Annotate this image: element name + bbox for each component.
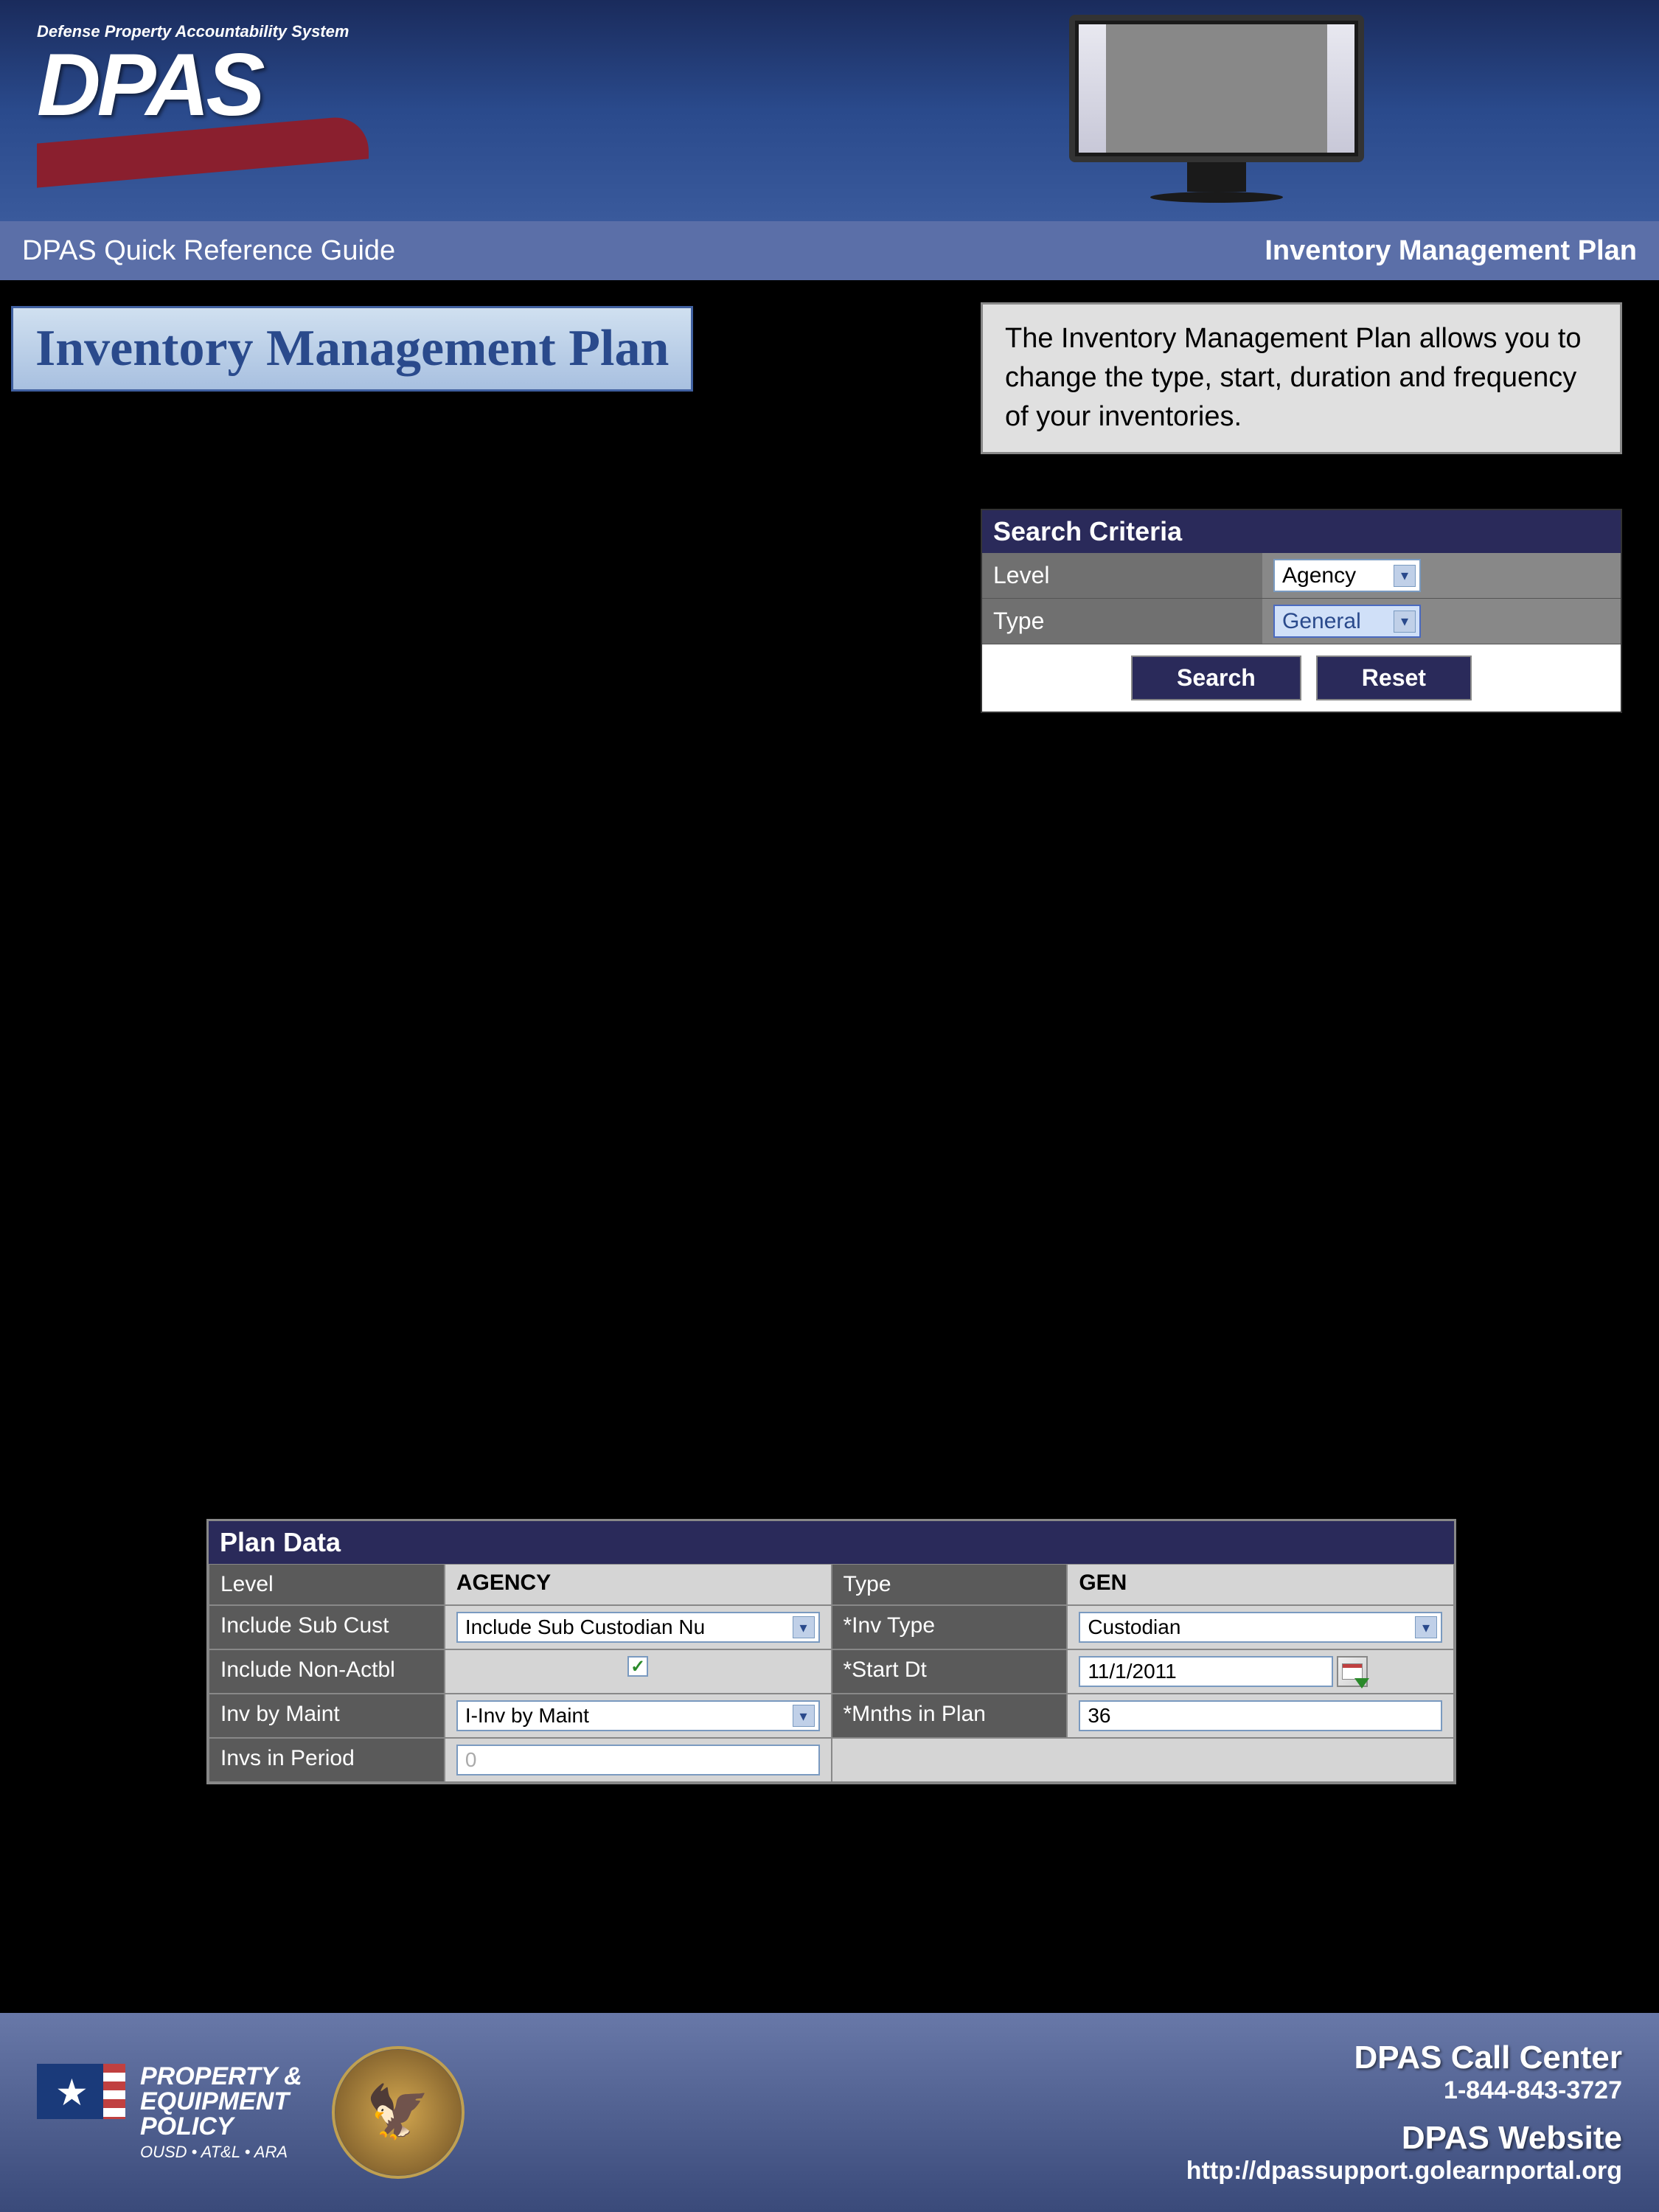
plan-row-1: Level AGENCY Type GEN xyxy=(209,1564,1454,1605)
chevron-down-icon: ▾ xyxy=(1394,611,1416,633)
include-sub-cust-dropdown-value: Include Sub Custodian Nu xyxy=(465,1615,705,1639)
footer-right: DPAS Call Center 1-844-843-3727 DPAS Web… xyxy=(1186,2039,1622,2185)
plan-row-3: Include Non-Actbl ✓ *Start Dt 11/1/2011 xyxy=(209,1649,1454,1694)
plan-type-value: GEN xyxy=(1067,1564,1454,1605)
criteria-row-level: Level Agency ▾ xyxy=(982,553,1621,599)
dpas-swoosh xyxy=(37,129,369,218)
mnths-in-plan-value: 36 xyxy=(1067,1694,1454,1738)
page-title-box: Inventory Management Plan xyxy=(11,306,693,392)
chevron-down-icon: ▾ xyxy=(793,1705,815,1727)
inv-by-maint-dropdown[interactable]: I-Inv by Maint ▾ xyxy=(456,1700,820,1731)
mnths-in-plan-label: *Mnths in Plan xyxy=(832,1694,1068,1738)
inv-type-dropdown-value: Custodian xyxy=(1088,1615,1180,1639)
level-label: Level xyxy=(982,553,1262,598)
plan-data-panel: Plan Data Level AGENCY Type GEN Include … xyxy=(206,1519,1456,1784)
search-button[interactable]: Search xyxy=(1131,655,1301,700)
website-label: DPAS Website xyxy=(1186,2120,1622,2157)
dpas-logo-text: DPAS xyxy=(37,45,349,125)
include-non-actbl-label: Include Non-Actbl xyxy=(209,1649,445,1694)
include-non-actbl-value: ✓ xyxy=(445,1649,832,1694)
plan-row-4: Inv by Maint I-Inv by Maint ▾ *Mnths in … xyxy=(209,1694,1454,1738)
empty-cell xyxy=(832,1738,1454,1782)
plan-data-table: Level AGENCY Type GEN Include Sub Cust I… xyxy=(209,1564,1454,1782)
include-sub-cust-value: Include Sub Custodian Nu ▾ xyxy=(445,1605,832,1649)
plan-row-5: Invs in Period 0 xyxy=(209,1738,1454,1782)
plan-data-header: Plan Data xyxy=(209,1521,1454,1564)
subheader-left: DPAS Quick Reference Guide xyxy=(22,235,395,267)
inv-by-maint-label: Inv by Maint xyxy=(209,1694,445,1738)
reset-button[interactable]: Reset xyxy=(1316,655,1472,700)
pe-policy-logo: PROPERTY & EQUIPMENT POLICY OUSD • AT&L … xyxy=(37,2064,302,2162)
plan-level-value: AGENCY xyxy=(445,1564,832,1605)
footer-left: PROPERTY & EQUIPMENT POLICY OUSD • AT&L … xyxy=(37,2046,465,2179)
search-criteria-panel: Search Criteria Level Agency ▾ Type Gene… xyxy=(981,509,1622,713)
pe-sub: OUSD • AT&L • ARA xyxy=(140,2143,302,2162)
calendar-icon[interactable] xyxy=(1337,1656,1368,1687)
level-dropdown-value: Agency xyxy=(1282,563,1356,588)
chevron-down-icon: ▾ xyxy=(1394,565,1416,587)
inv-type-dropdown[interactable]: Custodian ▾ xyxy=(1079,1612,1442,1643)
pe-line2: EQUIPMENT xyxy=(140,2089,302,2114)
plan-type-label: Type xyxy=(832,1564,1068,1605)
subheader-right: Inventory Management Plan xyxy=(1265,235,1637,267)
search-criteria-header: Search Criteria xyxy=(982,510,1621,553)
invs-in-period-value: 0 xyxy=(445,1738,832,1782)
include-sub-cust-dropdown[interactable]: Include Sub Custodian Nu ▾ xyxy=(456,1612,820,1643)
type-value-cell: General ▾ xyxy=(1262,599,1621,644)
type-dropdown-value: General xyxy=(1282,609,1361,634)
criteria-row-type: Type General ▾ xyxy=(982,599,1621,644)
start-dt-label: *Start Dt xyxy=(832,1649,1068,1694)
include-non-actbl-checkbox[interactable]: ✓ xyxy=(627,1656,648,1677)
chevron-down-icon: ▾ xyxy=(1415,1616,1437,1638)
footer: PROPERTY & EQUIPMENT POLICY OUSD • AT&L … xyxy=(0,2013,1659,2212)
type-label: Type xyxy=(982,599,1262,644)
website-url: http://dpassupport.golearnportal.org xyxy=(1186,2157,1622,2185)
plan-row-2: Include Sub Cust Include Sub Custodian N… xyxy=(209,1605,1454,1649)
mnths-in-plan-input[interactable]: 36 xyxy=(1079,1700,1442,1731)
search-button-row: Search Reset xyxy=(982,644,1621,712)
start-dt-value: 11/1/2011 xyxy=(1067,1649,1454,1694)
intro-text: The Inventory Management Plan allows you… xyxy=(1005,319,1598,437)
include-sub-cust-label: Include Sub Cust xyxy=(209,1605,445,1649)
chevron-down-icon: ▾ xyxy=(793,1616,815,1638)
inv-type-value: Custodian ▾ xyxy=(1067,1605,1454,1649)
dod-seal-icon: 🦅 xyxy=(332,2046,465,2179)
page-title: Inventory Management Plan xyxy=(35,319,669,378)
pe-line3: POLICY xyxy=(140,2114,302,2139)
invs-in-period-input[interactable]: 0 xyxy=(456,1745,820,1775)
dpas-logo: Defense Property Accountability System D… xyxy=(37,22,349,125)
intro-box: The Inventory Management Plan allows you… xyxy=(981,302,1622,454)
type-dropdown[interactable]: General ▾ xyxy=(1273,605,1421,638)
call-center-label: DPAS Call Center xyxy=(1186,2039,1622,2076)
level-dropdown[interactable]: Agency ▾ xyxy=(1273,559,1421,592)
invs-in-period-label: Invs in Period xyxy=(209,1738,445,1782)
subheader-bar: DPAS Quick Reference Guide Inventory Man… xyxy=(0,221,1659,280)
inv-type-label: *Inv Type xyxy=(832,1605,1068,1649)
start-dt-input[interactable]: 11/1/2011 xyxy=(1079,1656,1333,1687)
header-banner: Defense Property Accountability System D… xyxy=(0,0,1659,221)
call-center-phone: 1-844-843-3727 xyxy=(1186,2076,1622,2105)
pe-line1: PROPERTY & xyxy=(140,2064,302,2089)
level-value-cell: Agency ▾ xyxy=(1262,553,1621,598)
plan-level-label: Level xyxy=(209,1564,445,1605)
inv-by-maint-dropdown-value: I-Inv by Maint xyxy=(465,1704,589,1728)
monitor-illustration xyxy=(1069,15,1364,206)
inv-by-maint-value: I-Inv by Maint ▾ xyxy=(445,1694,832,1738)
